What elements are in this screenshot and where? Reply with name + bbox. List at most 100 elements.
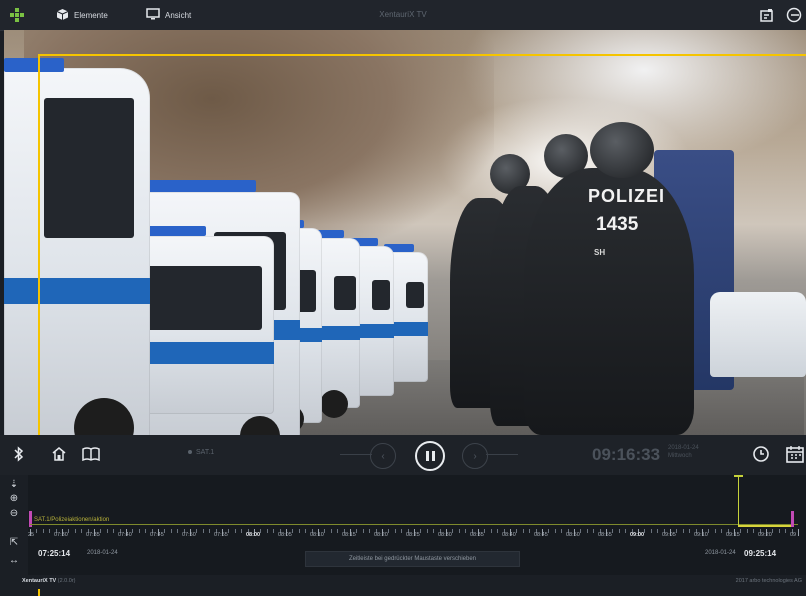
ruler-tick [618, 529, 620, 533]
footer-app-name: XentauriX TV [22, 578, 57, 584]
ruler-tick [465, 529, 467, 533]
tick-label: 07:50 [182, 532, 196, 538]
tick-label: 08:15 [342, 532, 356, 538]
tick-label: 07:40 [118, 532, 132, 538]
tick-label: 08:45 [534, 532, 548, 538]
ruler-tick [388, 529, 390, 533]
calendar-icon[interactable] [784, 443, 806, 465]
ruler-tick [458, 529, 460, 533]
zoom-in-icon[interactable]: ⊕ [8, 493, 20, 505]
current-date: 2018-01-24 Mittwoch [668, 444, 699, 460]
zoom-out-icon[interactable]: ⊖ [8, 508, 20, 520]
pause-button[interactable] [415, 441, 445, 471]
ruler-tick [202, 529, 204, 533]
range-start-time: 07:25:14 [38, 549, 71, 558]
footer-app: XentauriX TV (2.0.0r) [22, 578, 76, 584]
ruler-tick [74, 529, 76, 533]
playhead[interactable] [738, 475, 739, 525]
tick-label: 08:20 [374, 532, 388, 538]
fit-width-icon[interactable]: ↔ [8, 555, 20, 567]
ruler-tick [798, 529, 799, 536]
bluetooth-icon[interactable] [8, 443, 30, 465]
ruler-tick [138, 529, 140, 533]
home-icon[interactable] [48, 443, 70, 465]
tick-label: 07:30 [54, 532, 68, 538]
ruler-tick [516, 529, 518, 533]
next-button[interactable]: › [462, 443, 488, 469]
tick-label: 08:25 [406, 532, 420, 538]
ruler-tick [522, 529, 524, 533]
expand-icon[interactable]: ⇱ [8, 537, 20, 549]
ruler-tick [580, 529, 582, 533]
ruler-tick [369, 529, 371, 533]
ruler-tick [337, 529, 339, 533]
current-date-value: 2018-01-24 [668, 445, 699, 451]
ruler-tick [490, 529, 492, 533]
video-frame[interactable]: POLIZEI 1435 SH [4, 30, 806, 435]
history-clock-icon[interactable] [750, 443, 772, 465]
ruler-tick [650, 529, 652, 533]
ruler-tick [81, 529, 83, 533]
ruler-tick [785, 529, 787, 533]
ruler-tick [356, 529, 358, 533]
tick-label: 08:40 [502, 532, 516, 538]
tick-label: 08:35 [470, 532, 484, 538]
tick-label: 08:55 [598, 532, 612, 538]
player-controls: SAT.1 ‹ › 09:16:33 2018-01-24 Mittwoch [0, 435, 806, 475]
track-end-marker[interactable] [791, 511, 794, 527]
footer: XentauriX TV (2.0.0r) 2017 arbo technolo… [0, 575, 806, 589]
logout-icon[interactable] [786, 0, 802, 30]
ruler-tick [394, 529, 396, 533]
ruler-tick [452, 529, 454, 533]
playlist-icon[interactable] [760, 0, 773, 30]
ruler-tick [266, 529, 268, 533]
tick-label: 08:50 [566, 532, 580, 538]
ruler-tick [106, 529, 108, 533]
ruler-tick [196, 529, 198, 533]
ruler-tick [426, 529, 428, 533]
ruler-tick [298, 529, 300, 533]
ruler-tick [753, 529, 755, 533]
track-label: SAT.1/Polizeiaktionen/aktion [34, 517, 110, 523]
collapse-icon[interactable]: ⇣ [8, 479, 20, 491]
range-end-date: 2018-01-24 [705, 550, 736, 556]
current-weekday: Mittwoch [668, 453, 692, 459]
channel-label: SAT.1 [196, 449, 215, 456]
ruler-tick [497, 529, 499, 533]
seek-line-right [486, 454, 518, 455]
ruler-tick [721, 529, 723, 533]
footer-copyright: 2017 arbo technologies AG [735, 578, 802, 584]
tick-label: 07:45 [150, 532, 164, 538]
ruler-tick [164, 529, 166, 533]
ruler-tick [292, 529, 294, 533]
prev-button[interactable]: ‹ [370, 443, 396, 469]
ruler-tick [145, 529, 147, 533]
ruler-tick [324, 529, 326, 533]
ruler-tick [49, 529, 51, 533]
ruler-tick [177, 529, 179, 533]
ruler-tick [330, 529, 332, 533]
drag-timeline-button[interactable]: Zeitleiste bei gedrückter Maustaste vers… [305, 551, 520, 567]
current-time: 09:16:33 [592, 445, 661, 464]
tick-label: 09:20 [758, 532, 772, 538]
channel-indicator: SAT.1 [188, 449, 214, 456]
book-icon[interactable] [80, 443, 102, 465]
ruler-tick [36, 529, 38, 533]
ruler-tick [561, 529, 563, 533]
recording-track[interactable] [30, 524, 798, 525]
ruler-tick [708, 529, 710, 533]
timeline[interactable]: ⇣ ⊕ ⊖ ⇱ ↔ SAT.1/Polizeiaktionen/aktion 2… [0, 475, 806, 575]
ruler-tick [625, 529, 627, 533]
ruler-tick [740, 529, 742, 533]
ruler-tick [746, 529, 748, 533]
ruler-tick [401, 529, 403, 533]
ruler-tick [548, 529, 550, 533]
selected-range[interactable] [738, 525, 792, 527]
tick-label: 07:35 [86, 532, 100, 538]
uniform-number: 1435 [596, 214, 639, 235]
ruler-tick [612, 529, 614, 533]
app-title: XentauriX TV [379, 10, 427, 19]
uniform-badge: SH [594, 248, 606, 257]
ruler-tick [682, 529, 684, 533]
tick-label: 07:55 [214, 532, 228, 538]
